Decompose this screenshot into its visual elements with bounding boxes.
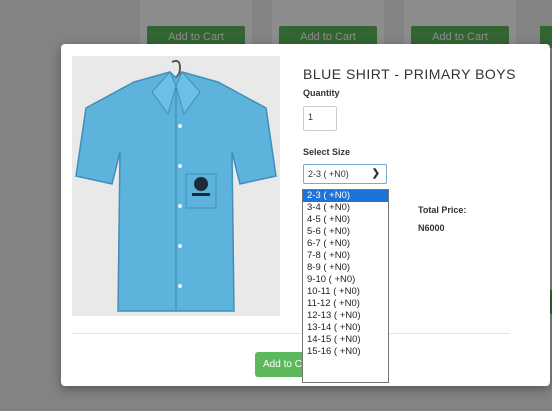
quantity-label: Quantity [303,88,340,98]
size-dropdown-list[interactable]: 2-3 ( +N0) 3-4 ( +N0) 4-5 ( +N0) 5-6 ( +… [302,189,389,383]
size-option[interactable]: 7-8 ( +N0) [303,250,388,262]
size-option[interactable]: 11-12 ( +N0) [303,298,388,310]
size-option[interactable]: 4-5 ( +N0) [303,214,388,226]
size-label: Select Size [303,147,351,157]
size-option[interactable]: 13-14 ( +N0) [303,322,388,334]
size-option[interactable]: 8-9 ( +N0) [303,262,388,274]
total-price-label: Total Price: [418,205,467,215]
size-option[interactable]: 2-3 ( +N0) [303,190,388,202]
size-option[interactable]: 5-6 ( +N0) [303,226,388,238]
total-price-value: N6000 [418,223,445,233]
size-option[interactable]: 6-7 ( +N0) [303,238,388,250]
size-option[interactable]: 3-4 ( +N0) [303,202,388,214]
product-title: BLUE SHIRT - PRIMARY BOYS [303,66,516,82]
chevron-down-icon: ❯ [371,168,380,179]
size-option[interactable]: 9-10 ( +N0) [303,274,388,286]
size-option[interactable]: 14-15 ( +N0) [303,334,388,346]
size-option[interactable]: 15-16 ( +N0) [303,346,388,358]
size-select-value: 2-3 ( +N0) [308,169,349,179]
product-image [72,56,280,316]
size-option[interactable]: 12-13 ( +N0) [303,310,388,322]
modal-divider [72,333,510,334]
size-option[interactable]: 10-11 ( +N0) [303,286,388,298]
size-select[interactable]: 2-3 ( +N0) ❯ [303,164,387,184]
quantity-input[interactable]: 1 [303,106,337,131]
